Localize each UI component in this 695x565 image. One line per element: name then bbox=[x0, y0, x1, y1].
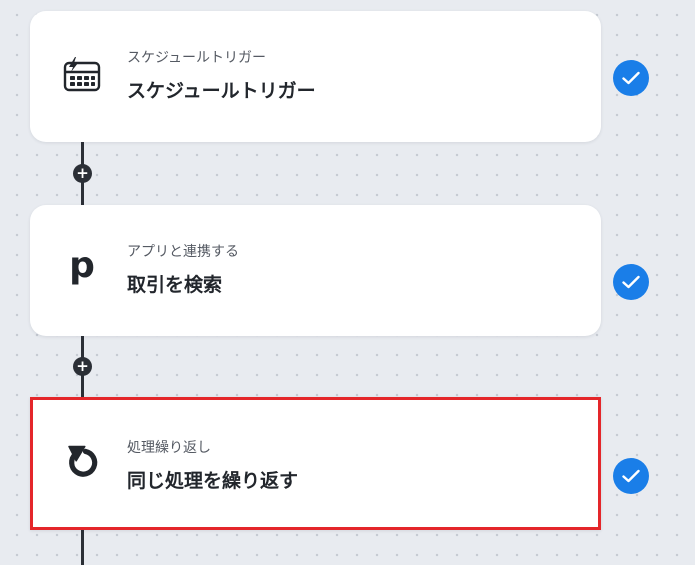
step-title: 同じ処理を繰り返す bbox=[127, 470, 299, 492]
calendar-trigger-icon bbox=[62, 55, 102, 95]
flow-step-card-loop[interactable]: 処理繰り返し 同じ処理を繰り返す bbox=[30, 397, 601, 530]
add-step-button[interactable]: + bbox=[73, 164, 92, 183]
step-title: スケジュールトリガー bbox=[127, 80, 316, 102]
add-step-button[interactable]: + bbox=[73, 357, 92, 376]
step-subtitle: アプリと連携する bbox=[127, 244, 239, 260]
flow-step-card-app-integration[interactable]: p アプリと連携する 取引を検索 bbox=[30, 205, 601, 336]
flow-step-card-schedule-trigger[interactable]: スケジュールトリガー スケジュールトリガー bbox=[30, 11, 601, 142]
step-title: 取引を検索 bbox=[127, 274, 223, 296]
loop-arrow-icon bbox=[62, 442, 102, 482]
step-completed-checkmark-icon bbox=[613, 458, 649, 494]
step-completed-checkmark-icon bbox=[613, 60, 649, 96]
step-subtitle: スケジュールトリガー bbox=[127, 50, 267, 66]
flow-connector-line bbox=[81, 528, 84, 565]
step-subtitle: 処理繰り返し bbox=[127, 440, 211, 456]
p-letter-glyph: p bbox=[69, 245, 95, 286]
p-letter-icon: p bbox=[62, 245, 102, 289]
step-completed-checkmark-icon bbox=[613, 264, 649, 300]
